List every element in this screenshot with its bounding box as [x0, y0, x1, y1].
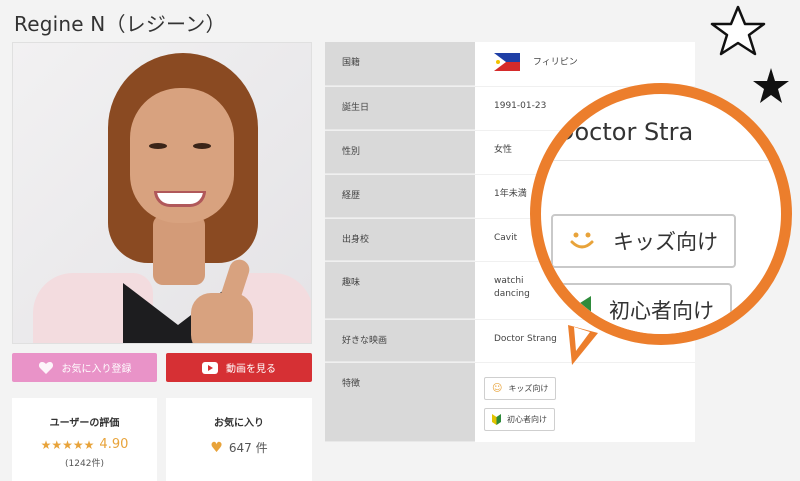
favorite-button-label: お気に入り登録	[61, 364, 132, 375]
profile-label: 国籍	[325, 42, 475, 86]
rating-title: ユーザーの評価	[49, 418, 120, 429]
play-icon	[202, 361, 218, 374]
star-filled-icon	[753, 68, 789, 103]
profile-label: 好きな映画	[325, 320, 475, 362]
philippines-flag-icon	[494, 53, 520, 71]
beginner-mark-icon	[569, 296, 591, 324]
profile-label: 経歴	[325, 175, 475, 218]
heart-icon: ♥	[210, 439, 223, 456]
favorites-card: お気に入り ♥ 647 件	[166, 398, 312, 481]
magnified-kids-tag: キッズ向け	[551, 214, 736, 268]
watch-video-label: 動画を見る	[226, 364, 276, 375]
heart-icon	[38, 361, 53, 374]
magnifier-callout: Doctor Stra キッズ向け 初心者向け	[530, 83, 792, 345]
profile-label: 出身校	[325, 219, 475, 261]
favorites-count: 647 件	[228, 441, 268, 455]
star-rating-icons: ★★★★★	[40, 437, 95, 452]
rating-card: ユーザーの評価 ★★★★★ 4.90 (1242件)	[12, 398, 157, 481]
magnified-beginner-tag: 初心者向け	[551, 283, 732, 334]
rating-count: (1242件)	[65, 459, 104, 469]
profile-row-features: 特徴 ☺ キッズ向け 初心者向け	[325, 363, 695, 442]
magnified-beginner-label: 初心者向け	[609, 299, 714, 323]
magnified-movie-text: Doctor Stra	[556, 118, 694, 146]
star-outline-icon	[710, 5, 766, 56]
beginner-mark-icon	[492, 414, 501, 425]
rating-score: 4.90	[99, 437, 129, 452]
teacher-name: Regine N（レジーン）	[14, 12, 226, 36]
rating-stars: ★★★★★ 4.90	[12, 437, 157, 452]
profile-row-nationality: 国籍 フィリピン	[325, 42, 695, 87]
profile-label: 性別	[325, 131, 475, 174]
profile-label: 特徴	[325, 363, 475, 442]
watch-video-button[interactable]: 動画を見る	[166, 353, 312, 382]
magnified-kids-label: キッズ向け	[613, 230, 718, 254]
beginner-tag-label: 初心者向け	[507, 415, 547, 424]
smile-icon: ☺	[492, 383, 503, 394]
teacher-photo	[12, 42, 312, 344]
kids-tag: ☺ キッズ向け	[484, 377, 557, 400]
profile-label: 誕生日	[325, 87, 475, 130]
profile-label: 趣味	[325, 262, 475, 319]
favorite-button[interactable]: お気に入り登録	[12, 353, 157, 382]
kids-tag-label: キッズ向け	[508, 384, 549, 393]
smile-icon	[570, 232, 594, 249]
profile-value: フィリピン	[532, 57, 578, 68]
beginner-tag: 初心者向け	[484, 408, 555, 431]
favorites-title: お気に入り	[214, 418, 264, 429]
